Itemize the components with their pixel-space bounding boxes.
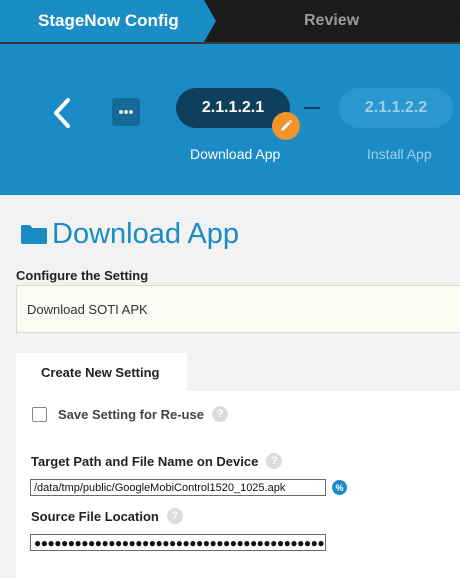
question-icon[interactable]: ? bbox=[166, 508, 183, 524]
back-button[interactable] bbox=[48, 96, 76, 130]
step-current-number: 2.1.1.2.1 bbox=[201, 99, 265, 116]
source-file-label: Source File Location bbox=[31, 508, 159, 524]
target-path-label-row: Target Path and File Name on Device ? bbox=[31, 453, 283, 469]
configure-setting-value: Download SOTI APK bbox=[27, 302, 148, 317]
ellipsis-icon bbox=[119, 110, 133, 114]
question-icon[interactable]: ? bbox=[211, 406, 228, 422]
tab-create-new-setting[interactable]: Create New Setting bbox=[16, 353, 187, 391]
step-next[interactable]: 2.1.1.2.2 bbox=[339, 88, 453, 128]
breadcrumb-config-label: StageNow Config bbox=[38, 11, 179, 30]
question-icon[interactable]: ? bbox=[266, 453, 283, 469]
step-next-caption: Install App bbox=[367, 146, 432, 162]
source-file-label-row: Source File Location ? bbox=[31, 508, 183, 524]
pencil-icon bbox=[281, 119, 293, 131]
source-file-input[interactable] bbox=[30, 534, 326, 551]
breadcrumb-tab-review[interactable]: Review bbox=[222, 0, 444, 42]
step-next-number: 2.1.1.2.2 bbox=[364, 99, 428, 116]
save-setting-row: Save Setting for Re-use ? bbox=[32, 405, 228, 423]
configure-setting-field[interactable]: Download SOTI APK bbox=[16, 285, 460, 333]
breadcrumb-review-label: Review bbox=[304, 12, 360, 29]
save-setting-label: Save Setting for Re-use bbox=[58, 406, 204, 422]
target-path-label: Target Path and File Name on Device bbox=[31, 453, 259, 469]
chevron-left-icon bbox=[54, 98, 70, 128]
breadcrumb-tab-stagenow-config[interactable]: StageNow Config bbox=[0, 0, 216, 42]
step-connector bbox=[304, 107, 320, 109]
page-title: Download App bbox=[20, 214, 239, 254]
breadcrumb: StageNow Config Review bbox=[0, 0, 460, 44]
target-path-input[interactable] bbox=[30, 479, 326, 496]
edit-step-button[interactable] bbox=[272, 112, 300, 140]
save-setting-checkbox[interactable] bbox=[32, 406, 47, 422]
folder-icon bbox=[21, 225, 47, 244]
step-navigator: 2.1.1.2.1 2.1.1.2.2 Download App Install… bbox=[0, 44, 460, 195]
setting-form-panel: Save Setting for Re-use ? Target Path an… bbox=[16, 391, 460, 578]
page-title-text: Download App bbox=[52, 217, 240, 250]
percent-icon[interactable]: % bbox=[332, 480, 347, 495]
more-steps-button[interactable] bbox=[112, 98, 140, 126]
step-current-caption: Download App bbox=[190, 146, 281, 162]
breadcrumb-tab-next[interactable] bbox=[448, 0, 460, 42]
configure-setting-label: Configure the Setting bbox=[16, 268, 149, 283]
